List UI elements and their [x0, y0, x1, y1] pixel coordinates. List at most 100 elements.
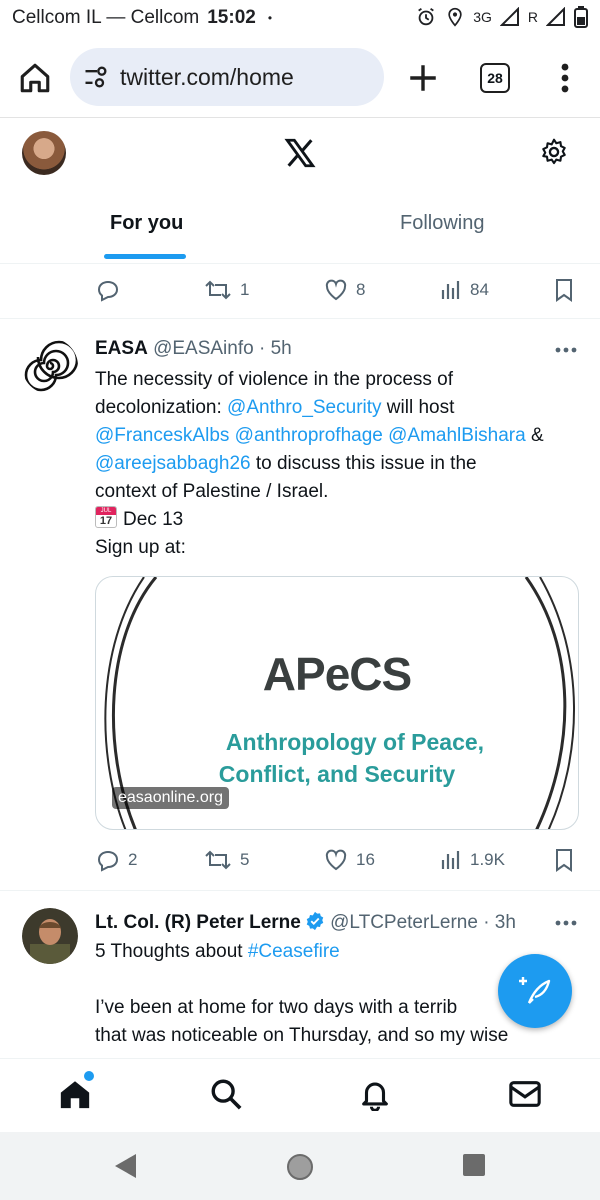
search-icon[interactable] — [209, 1077, 243, 1111]
home-circle-icon[interactable] — [285, 1152, 315, 1182]
system-nav-bar — [0, 1132, 600, 1200]
tab-for-you[interactable]: For you — [110, 212, 183, 235]
tweet-time[interactable]: · 3h — [483, 912, 516, 933]
retweet-icon — [205, 280, 231, 300]
settings-icon[interactable] — [540, 138, 568, 166]
tab-count: 28 — [487, 70, 503, 86]
signal-icon — [546, 7, 565, 26]
url-text[interactable]: twitter.com/home — [120, 64, 294, 91]
retweet-icon — [205, 850, 231, 870]
card-domain: easaonline.org — [112, 787, 229, 809]
back-icon[interactable] — [112, 1152, 138, 1180]
author-handle[interactable]: @EASAinfo — [153, 338, 254, 359]
avatar[interactable] — [22, 338, 78, 394]
mention-link[interactable]: @AmahlBishara — [388, 425, 526, 446]
like-icon — [325, 279, 347, 301]
tune-icon[interactable] — [82, 63, 110, 91]
reply-icon — [97, 280, 119, 302]
active-tab-indicator — [104, 254, 186, 259]
battery-icon — [574, 6, 588, 28]
bookmark-button[interactable] — [554, 278, 574, 302]
avatar[interactable] — [22, 908, 78, 964]
card-tagline: Anthropology of Peace, — [225, 729, 485, 755]
home-icon[interactable] — [18, 61, 52, 95]
bookmark-button[interactable] — [554, 848, 574, 872]
text-line: to discuss this issue in the — [250, 453, 477, 474]
tweet-header: Lt. Col. (R) Peter Lerne @LTCPeterLerne … — [95, 911, 516, 934]
like-button[interactable]: 16 — [324, 848, 375, 872]
like-count: 8 — [356, 280, 366, 299]
divider — [0, 890, 600, 891]
retweet-button[interactable]: 1 — [204, 278, 249, 302]
view-count: 84 — [470, 280, 489, 299]
compose-button[interactable] — [498, 954, 572, 1028]
status-dot: • — [267, 11, 273, 25]
tweet-text: The necessity of violence in the process… — [95, 366, 590, 562]
mention-link[interactable]: @anthroprofhage — [235, 425, 383, 446]
tab-switcher-button[interactable]: 28 — [480, 63, 510, 93]
text-line: Sign up at: — [95, 537, 186, 558]
card-tagline: Conflict, and Security — [218, 761, 456, 787]
mention-link[interactable]: @Anthro_Security — [227, 397, 381, 418]
retweet-count: 1 — [240, 280, 250, 299]
view-count: 1.9K — [470, 850, 505, 869]
roaming-indicator: R — [527, 9, 538, 25]
author-name[interactable]: Lt. Col. (R) Peter Lerne — [95, 912, 301, 933]
hashtag-link[interactable]: #Ceasefire — [248, 941, 340, 962]
browser-toolbar: twitter.com/home 28 — [0, 36, 600, 118]
alarm-icon — [418, 7, 435, 26]
link-card[interactable]: APeCS Anthropology of Peace, Conflict, a… — [95, 576, 579, 830]
author-handle[interactable]: @LTCPeterLerne — [330, 912, 478, 933]
more-icon[interactable] — [554, 346, 578, 354]
text-line: The necessity of violence in the process… — [95, 369, 454, 390]
tab-following[interactable]: Following — [400, 212, 484, 235]
verified-icon — [306, 911, 324, 931]
reply-button[interactable] — [96, 278, 120, 302]
tweet-actions: 2 5 16 1.9K — [0, 836, 600, 886]
recents-icon[interactable] — [462, 1152, 486, 1178]
like-button[interactable]: 8 — [324, 278, 365, 302]
address-bar[interactable]: twitter.com/home — [70, 48, 384, 106]
views-icon — [441, 281, 460, 299]
unread-indicator — [84, 1071, 94, 1081]
kebab-menu-icon[interactable] — [550, 61, 580, 95]
x-logo-icon[interactable] — [283, 136, 317, 170]
reply-count: 2 — [128, 850, 138, 869]
avatar[interactable] — [22, 131, 66, 175]
network-type: 3G — [473, 9, 492, 25]
retweet-button[interactable]: 5 — [204, 848, 249, 872]
bottom-nav — [0, 1058, 600, 1132]
more-icon[interactable] — [554, 919, 578, 927]
bell-icon[interactable] — [358, 1077, 392, 1111]
location-icon — [448, 7, 462, 27]
text-line: that was noticeable on Thursday, and so … — [95, 1025, 509, 1046]
text-line: context of Palestine / Israel. — [95, 481, 329, 502]
reply-icon — [97, 850, 119, 872]
tweet-time[interactable]: · 5h — [259, 338, 292, 359]
text-line: & — [525, 425, 544, 446]
home-icon[interactable] — [58, 1077, 92, 1111]
author-name[interactable]: EASA — [95, 338, 148, 359]
status-bar: Cellcom IL — Cellcom 15:02 • 3G R — [0, 0, 600, 36]
mail-icon[interactable] — [508, 1077, 542, 1111]
signal-icon — [499, 7, 519, 26]
mention-link[interactable]: @FranceskAlbs — [95, 425, 229, 446]
text-line: 5 Thoughts about — [95, 941, 248, 962]
views-button[interactable]: 1.9K — [440, 848, 505, 872]
bookmark-icon — [556, 849, 572, 872]
like-count: 16 — [356, 850, 375, 869]
status-icons: 3G R — [415, 6, 588, 28]
status-time: 15:02 — [207, 7, 256, 28]
plus-icon[interactable] — [406, 61, 440, 95]
text-line: decolonization: — [95, 397, 228, 418]
text-line: will host — [381, 397, 455, 418]
compose-icon — [519, 977, 551, 1004]
bookmark-icon — [556, 279, 572, 302]
retweet-count: 5 — [240, 850, 250, 869]
reply-button[interactable]: 2 — [96, 848, 137, 872]
mention-link[interactable]: @areejsabbagh26 — [95, 453, 251, 474]
views-button[interactable]: 84 — [440, 278, 489, 302]
views-icon — [441, 851, 460, 869]
text-line: Dec 13 — [123, 509, 184, 530]
calendar-icon: JUL 17 — [95, 506, 117, 528]
